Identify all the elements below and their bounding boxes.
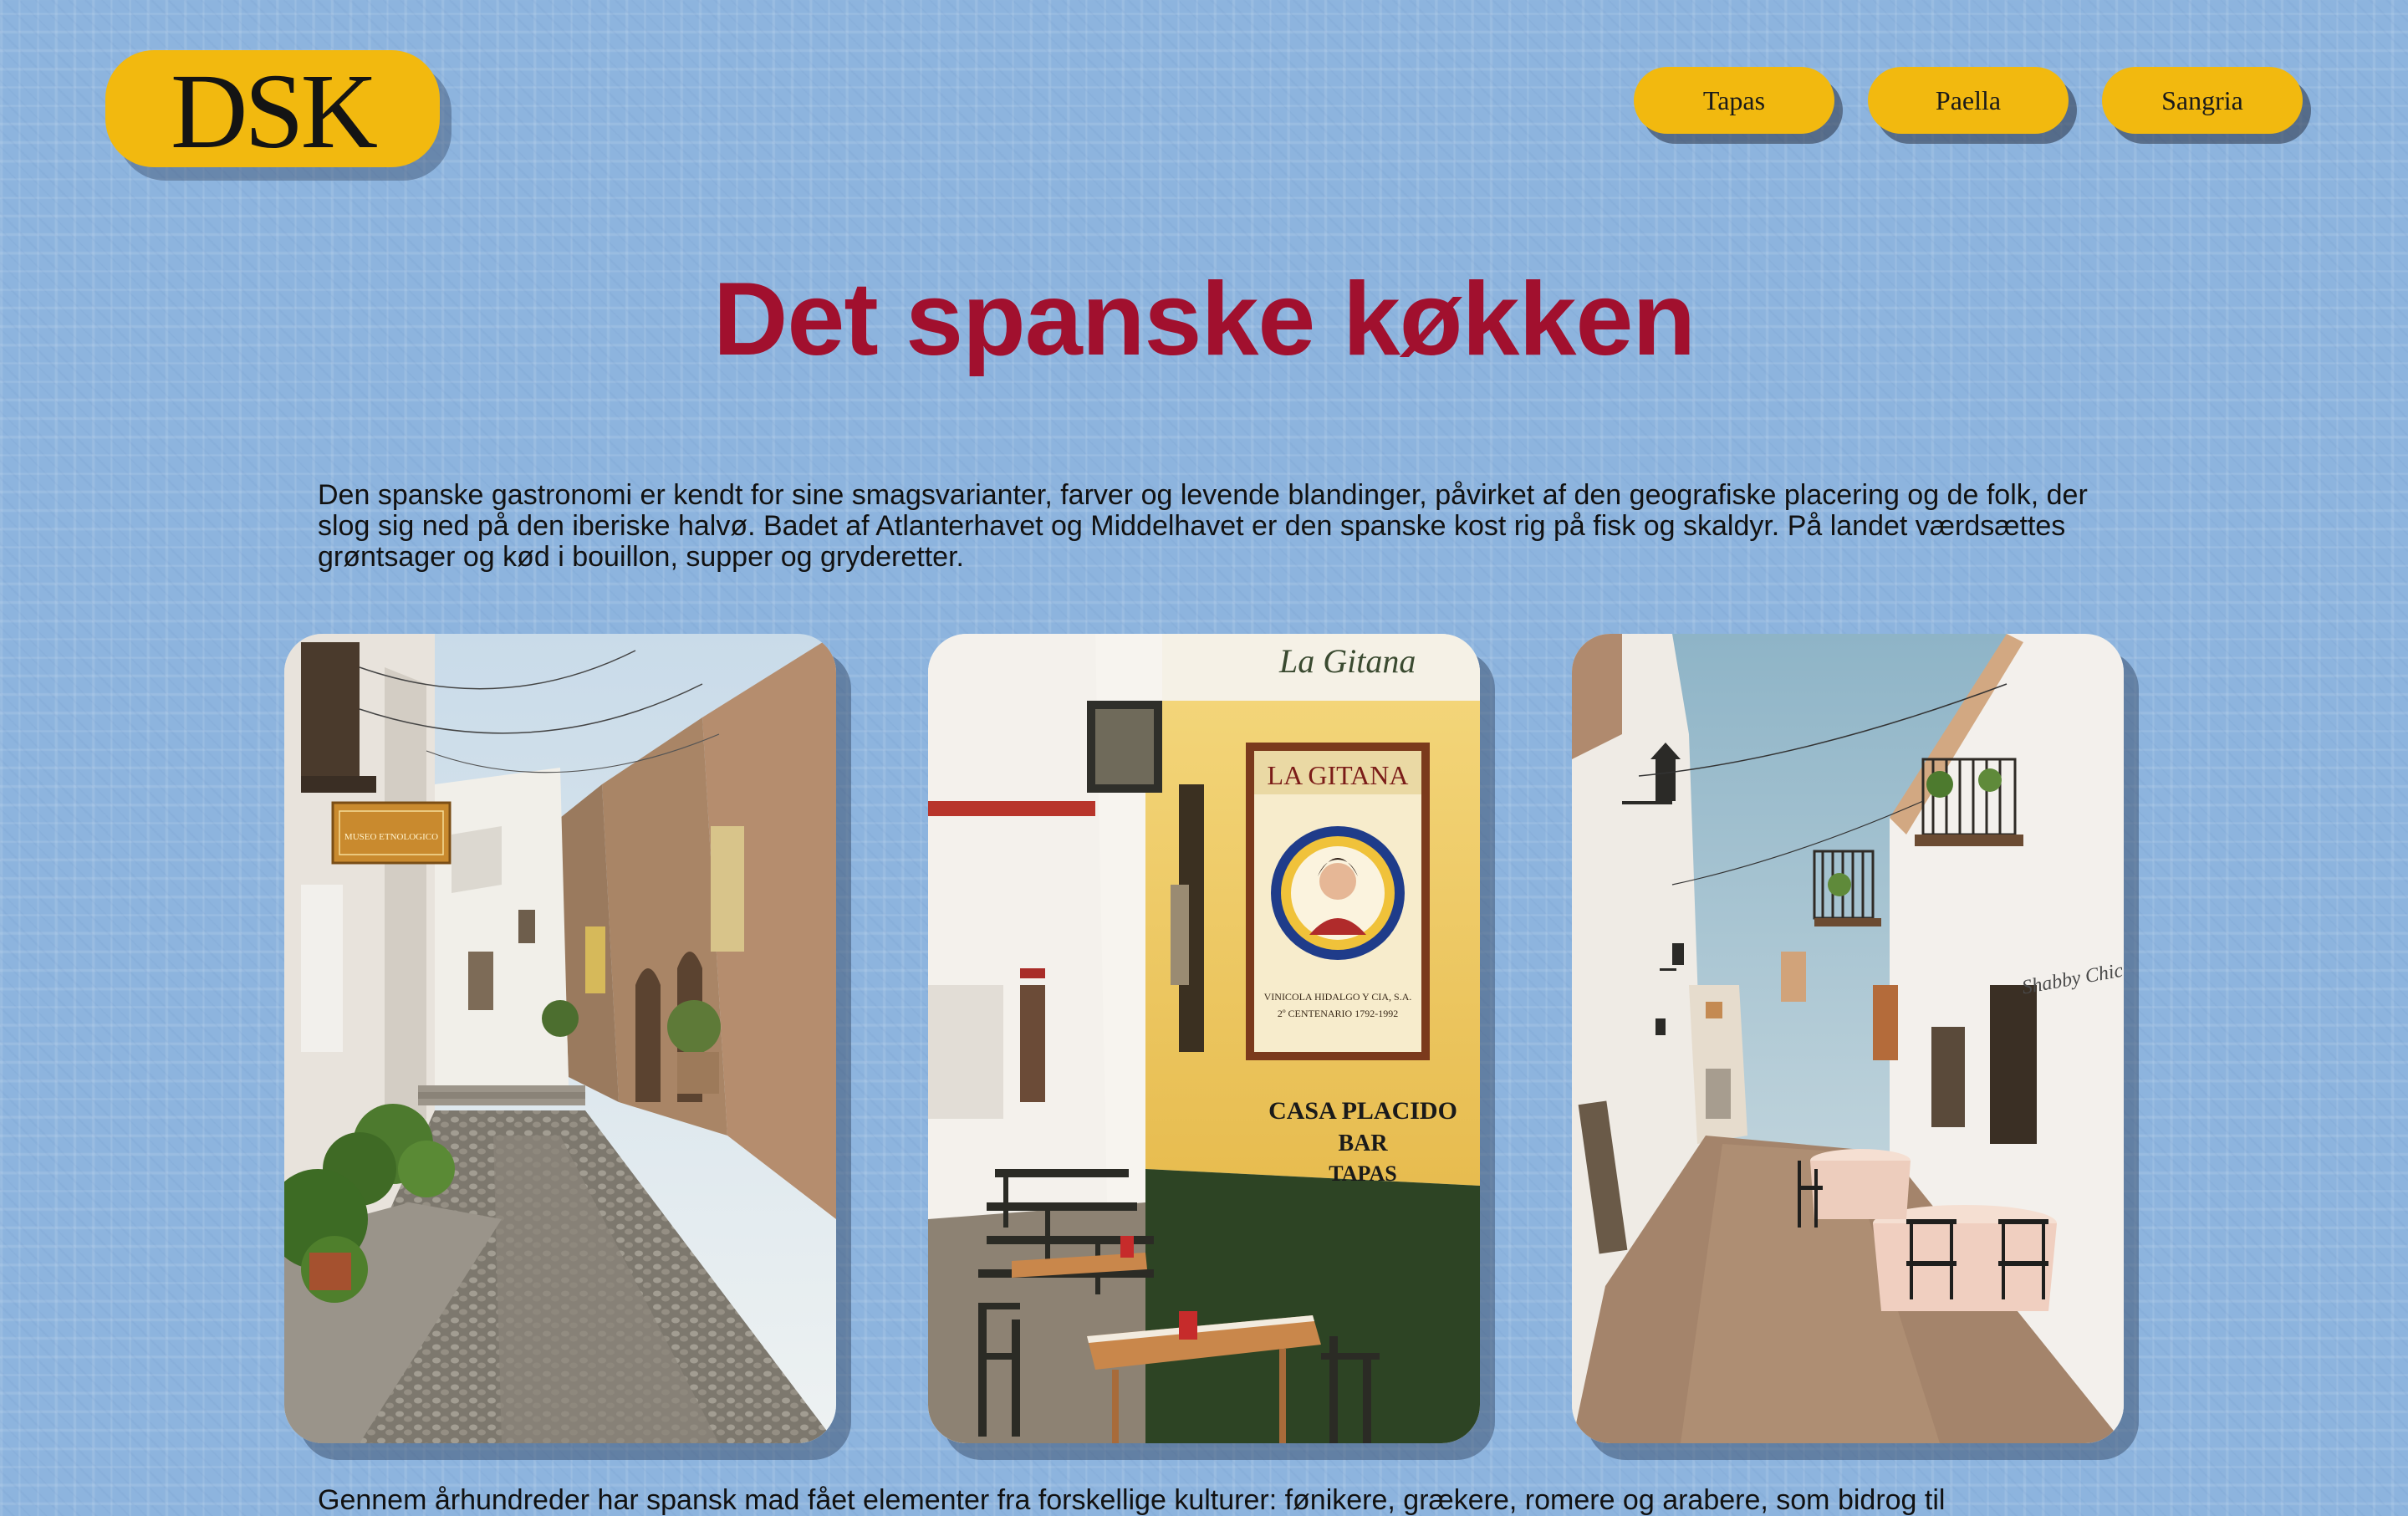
photo-restaurant-alley-image: Shabby Chic — [1572, 634, 2124, 1443]
main-nav: Tapas Paella Sangria — [1634, 67, 2303, 134]
photo-tapas-bar-image: La Gitana LA GITANA VINICOLA HIDALGO Y C… — [928, 634, 1480, 1443]
awning-text: La Gitana — [1278, 642, 1416, 680]
nav-button-paella[interactable]: Paella — [1868, 67, 2069, 134]
wall-text-bar: BAR — [1338, 1131, 1388, 1156]
logo[interactable]: DSK — [105, 50, 440, 167]
logo-text: DSK — [170, 52, 378, 171]
photo-cobblestone-street: MUSEO ETNOLOGICO — [284, 634, 836, 1443]
nav-button-tapas[interactable]: Tapas — [1634, 67, 1834, 134]
page-title: Det spanske køkken — [0, 261, 2408, 378]
photo-cobblestone-street-image: MUSEO ETNOLOGICO — [284, 634, 836, 1443]
nav-button-sangria[interactable]: Sangria — [2102, 67, 2303, 134]
wall-text-tapas: TAPAS — [1329, 1161, 1396, 1186]
photo-restaurant-alley: Shabby Chic — [1572, 634, 2124, 1443]
tile-footer-2: 2º CENTENARIO 1792-1992 — [1278, 1008, 1398, 1019]
photo-tapas-bar: La Gitana LA GITANA VINICOLA HIDALGO Y C… — [928, 634, 1480, 1443]
wall-text-casa-placido: CASA PLACIDO — [1268, 1097, 1457, 1125]
outro-paragraph: Gennem århundreder har spansk mad fået e… — [318, 1484, 1946, 1516]
intro-paragraph: Den spanske gastronomi er kendt for sine… — [318, 479, 2088, 573]
tile-footer: VINICOLA HIDALGO Y CIA, S.A. — [1264, 991, 1412, 1003]
museum-sign-text: MUSEO ETNOLOGICO — [344, 832, 438, 842]
page-title-text: Det spanske køkken — [712, 262, 1696, 377]
tile-title: LA GITANA — [1268, 760, 1409, 790]
